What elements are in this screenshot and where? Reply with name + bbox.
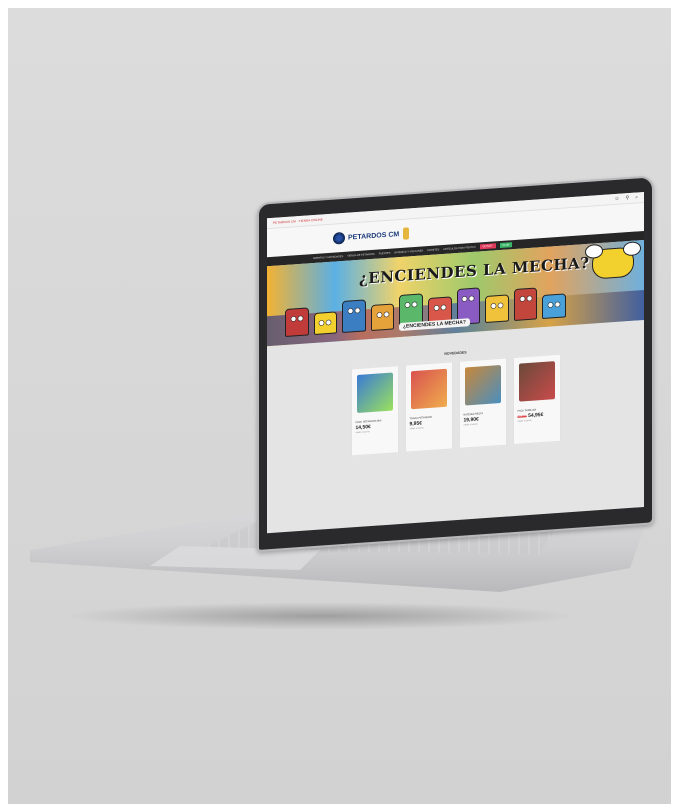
nav-item-tienda[interactable]: Tienda de petardos <box>347 253 374 258</box>
product-image[interactable] <box>410 368 447 410</box>
user-icon[interactable]: ☺ <box>614 196 619 202</box>
mascot-figure <box>370 303 395 332</box>
product-image[interactable] <box>464 364 501 406</box>
mascot-figure <box>285 307 309 338</box>
nav-item-ofertas[interactable]: Ofertas y novedades <box>313 255 343 260</box>
mascot-figure <box>342 299 366 334</box>
product-card[interactable]: TRACA PETARDOS 9,95€ Añadir al carrito <box>404 361 453 453</box>
laptop-screen: PETARDOS CM · TIENDA ONLINE ☺ ⚲ ⌕ PETARD… <box>267 191 644 534</box>
laptop-lid: PETARDOS CM · TIENDA ONLINE ☺ ⚲ ⌕ PETARD… <box>257 175 654 552</box>
nav-pill-club[interactable]: Club <box>499 242 513 249</box>
search-icon[interactable]: ⌕ <box>635 194 638 200</box>
nav-item-cohetes[interactable]: Cohetes <box>427 248 439 252</box>
product-image[interactable] <box>356 372 393 414</box>
product-card[interactable]: BATERÍA FIESTA 19,90€ Añadir al carrito <box>458 357 507 449</box>
product-old-price: 69,95€ <box>517 414 527 419</box>
product-sale-price: 54,95€ <box>528 411 544 420</box>
mascot-figure <box>542 293 566 320</box>
product-grid: PACK PETARDOS MIX 14,50€ Añadir al carri… <box>267 348 644 462</box>
mascot-figure <box>485 294 509 324</box>
logo-mascot-icon <box>403 227 410 240</box>
bee-mascot <box>592 246 634 280</box>
cart-icon[interactable]: ⚲ <box>626 195 630 201</box>
logo-text: PETARDOS CM <box>348 230 400 242</box>
topbar-contact[interactable]: PETARDOS CM · TIENDA ONLINE <box>273 217 323 224</box>
nav-item-baterias[interactable]: Baterías y volcanes <box>394 249 423 254</box>
nav-item-fuentes[interactable]: Fuentes <box>379 252 391 256</box>
site-logo[interactable]: PETARDOS CM <box>333 227 410 245</box>
logo-badge-icon <box>333 231 345 245</box>
laptop-trackpad <box>150 546 320 570</box>
nav-pill-outlet[interactable]: Outlet <box>479 243 496 250</box>
laptop-shadow <box>60 602 580 630</box>
mascot-figure <box>513 287 538 322</box>
nav-item-fiestas[interactable]: Artículos para fiestas <box>443 246 475 251</box>
topbar-icons: ☺ ⚲ ⌕ <box>614 194 638 202</box>
product-image[interactable] <box>518 361 555 402</box>
product-card[interactable]: PACK FAMILIAR 69,95€ 54,95€ Añadir al ca… <box>512 353 561 446</box>
product-card[interactable]: PACK PETARDOS MIX 14,50€ Añadir al carri… <box>350 365 399 457</box>
mascot-figure <box>313 311 338 336</box>
